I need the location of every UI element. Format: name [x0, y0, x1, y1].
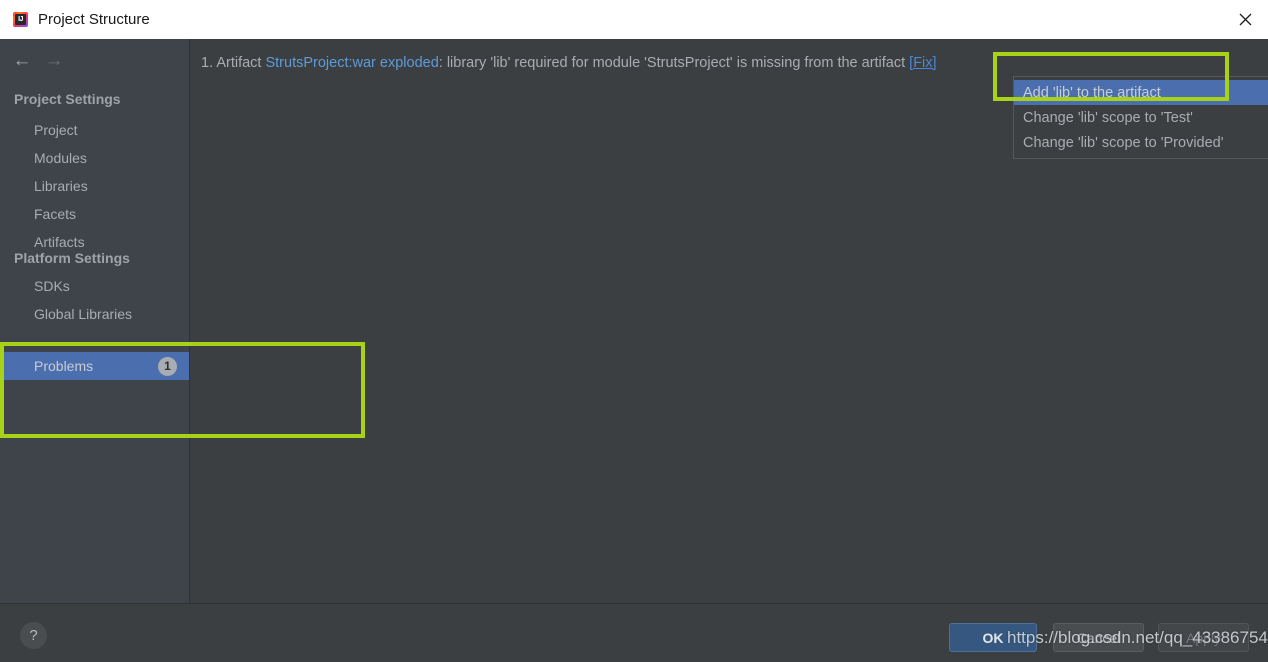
artifact-link[interactable]: StrutsProject:war exploded — [265, 55, 438, 71]
sidebar-item-sdks[interactable]: SDKs — [0, 272, 190, 300]
close-button[interactable] — [1222, 0, 1268, 39]
menu-item-add-lib-to-artifact[interactable]: Add 'lib' to the artifact — [1014, 80, 1268, 105]
watermark-text: https://blog.csdn.net/qq_43386754 — [1007, 628, 1268, 647]
arrow-right-icon: → — [44, 49, 64, 71]
intellij-idea-icon: IJ — [12, 11, 29, 28]
sidebar-item-label: Artifacts — [34, 234, 85, 250]
sidebar-item-project[interactable]: Project — [0, 116, 190, 144]
menu-item-label: Change 'lib' scope to 'Provided' — [1023, 134, 1224, 151]
help-button[interactable]: ? — [20, 622, 47, 649]
sidebar: ← → Project Settings Project Modules Lib… — [0, 39, 190, 603]
sidebar-item-label: Libraries — [34, 178, 88, 194]
sidebar-item-libraries[interactable]: Libraries — [0, 172, 190, 200]
back-button[interactable]: ← — [8, 46, 36, 74]
fix-link[interactable]: [Fix] — [909, 55, 936, 71]
sidebar-item-label: Global Libraries — [34, 306, 133, 322]
title-bar: IJ Project Structure — [0, 0, 1268, 39]
problem-entry: 1. Artifact StrutsProject:war exploded: … — [201, 55, 937, 71]
ok-button-label: OK — [982, 629, 1004, 646]
forward-button[interactable]: → — [40, 46, 68, 74]
menu-item-label: Add 'lib' to the artifact — [1023, 84, 1161, 101]
problem-prefix: Artifact — [216, 55, 262, 71]
sidebar-item-problems[interactable]: Problems 1 — [0, 352, 189, 380]
window-title: Project Structure — [38, 11, 150, 28]
sidebar-item-label: Project — [34, 122, 78, 138]
problem-message: : library 'lib' required for module 'Str… — [438, 55, 906, 71]
intellij-idea-icon-letters: IJ — [15, 14, 26, 25]
project-structure-dialog: IJ Project Structure ← → Project Setting… — [0, 0, 1268, 662]
close-icon — [1239, 13, 1252, 26]
sidebar-item-global-libraries[interactable]: Global Libraries — [0, 300, 190, 328]
sidebar-item-label: Problems — [34, 358, 94, 374]
menu-item-change-lib-scope-provided[interactable]: Change 'lib' scope to 'Provided' — [1014, 130, 1268, 155]
question-mark-icon: ? — [29, 627, 38, 644]
sidebar-item-facets[interactable]: Facets — [0, 200, 190, 228]
sidebar-section-platform-settings: Platform Settings — [14, 250, 130, 266]
navigation-arrows: ← → — [0, 46, 190, 76]
sidebar-item-modules[interactable]: Modules — [0, 144, 190, 172]
sidebar-section-project-settings: Project Settings — [14, 91, 121, 107]
problem-index: 1. — [201, 55, 214, 71]
problems-count-badge: 1 — [158, 356, 177, 376]
arrow-left-icon: ← — [12, 49, 32, 71]
menu-item-change-lib-scope-test[interactable]: Change 'lib' scope to 'Test' — [1014, 105, 1268, 130]
sidebar-item-label: Facets — [34, 206, 77, 222]
fix-context-menu: Add 'lib' to the artifact Change 'lib' s… — [1013, 76, 1268, 159]
sidebar-item-label: SDKs — [34, 278, 70, 294]
menu-item-label: Change 'lib' scope to 'Test' — [1023, 109, 1193, 126]
sidebar-item-label: Modules — [34, 150, 87, 166]
